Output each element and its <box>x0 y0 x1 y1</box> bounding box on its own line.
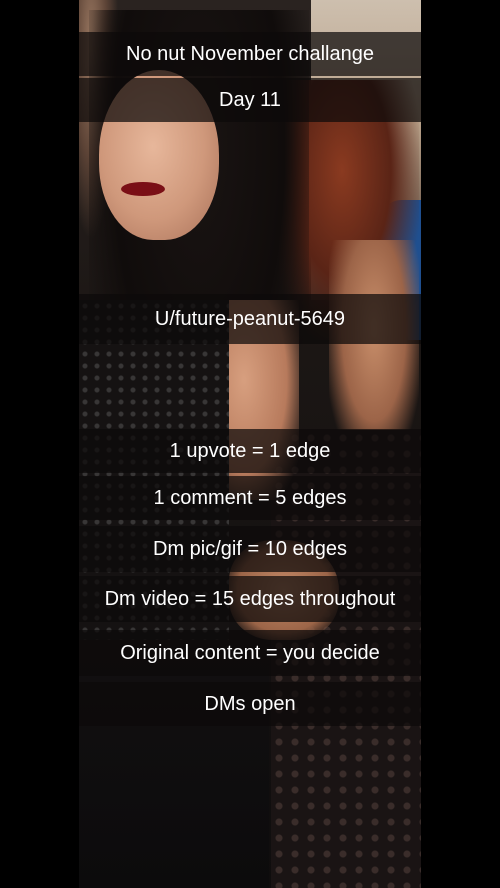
dms-open-text: DMs open <box>204 693 296 715</box>
caption-username: U/future-peanut-5649 <box>79 294 421 344</box>
caption-day: Day 11 <box>79 78 421 122</box>
day-text: Day 11 <box>219 89 281 111</box>
rule-original-text: Original content = you decide <box>120 642 380 664</box>
title-text: No nut November challange <box>126 43 374 65</box>
caption-rule-dm-video: Dm video = 15 edges throughout <box>79 576 421 622</box>
main-person-pants <box>79 640 269 888</box>
caption-rule-upvote: 1 upvote = 1 edge <box>79 429 421 473</box>
rule-dm-pic-text: Dm pic/gif = 10 edges <box>153 538 347 560</box>
rule-dm-video-text: Dm video = 15 edges throughout <box>104 588 396 610</box>
caption-rule-dm-pic: Dm pic/gif = 10 edges <box>79 526 421 572</box>
second-person-arm <box>329 240 419 460</box>
caption-rule-original: Original content = you decide <box>79 630 421 676</box>
caption-dms-open: DMs open <box>79 682 421 726</box>
caption-title: No nut November challange <box>79 32 421 76</box>
rule-comment-text: 1 comment = 5 edges <box>153 487 347 509</box>
lips <box>121 182 165 196</box>
rule-upvote-text: 1 upvote = 1 edge <box>169 440 331 462</box>
username-text: U/future-peanut-5649 <box>154 308 346 330</box>
caption-rule-comment: 1 comment = 5 edges <box>79 476 421 520</box>
